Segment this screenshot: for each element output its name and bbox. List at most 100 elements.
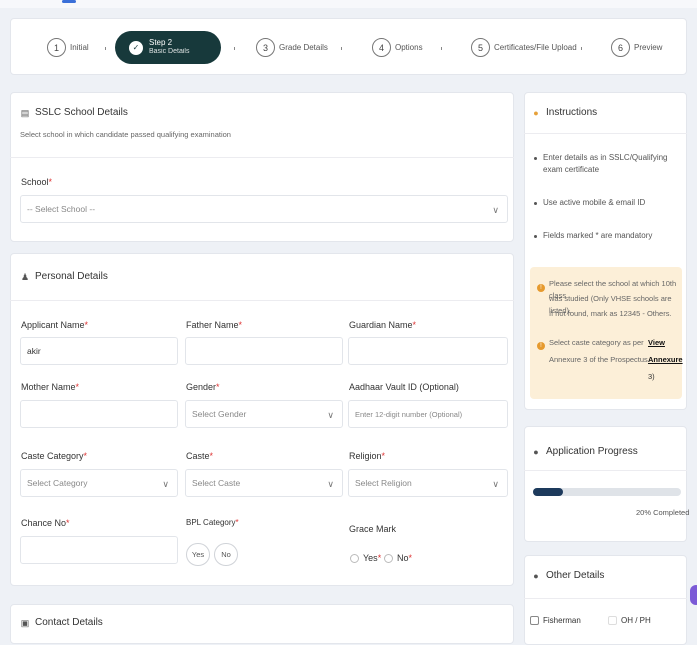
- chevron-down-icon: ∨: [492, 205, 499, 215]
- step-initial[interactable]: 1 Initial: [47, 19, 89, 76]
- gender-select[interactable]: Select Gender ∨: [185, 400, 343, 428]
- radio-button[interactable]: [384, 553, 393, 563]
- instruction-item: Enter details as in SSLC/Qualifying exam…: [534, 152, 683, 177]
- aadhaar-input[interactable]: Enter 12-digit number (Optional): [348, 400, 508, 428]
- step-certificates[interactable]: 5 Certificates/File Upload: [471, 19, 577, 76]
- top-accent: [62, 0, 76, 3]
- applicant-name-input[interactable]: akir: [20, 337, 178, 365]
- checkbox[interactable]: [608, 616, 617, 625]
- instructions-title: ● Instructions: [531, 107, 597, 118]
- checkbox[interactable]: [530, 616, 539, 625]
- step-subtitle: Basic Details: [149, 48, 190, 56]
- step-basic-details[interactable]: ✓ Step 2 Basic Details: [115, 31, 221, 64]
- bpl-no-button[interactable]: No: [214, 543, 238, 566]
- progress-bar: [533, 488, 681, 496]
- divider: [524, 470, 687, 471]
- divider: [524, 598, 687, 599]
- grace-mark-yes[interactable]: Yes *: [350, 553, 381, 563]
- step-number: 5: [471, 38, 490, 57]
- step-separator: [341, 47, 342, 50]
- note-line: Select caste category as per: [549, 338, 644, 347]
- personal-section-title: ♟ Personal Details: [20, 271, 108, 282]
- step-number: 4: [372, 38, 391, 57]
- caste-select[interactable]: Select Caste ∨: [185, 469, 343, 497]
- stepper: 1 Initial ✓ Step 2 Basic Details 3 Grade…: [10, 18, 687, 75]
- personal-title-text: Personal Details: [35, 271, 108, 282]
- note-line: 3): [648, 372, 655, 381]
- gender-label: Gender*: [186, 382, 220, 392]
- contact-title-text: Contact Details: [35, 617, 103, 628]
- phone-icon: ▣: [20, 617, 30, 628]
- scroll-handle[interactable]: [690, 585, 697, 605]
- instructions-title-text: Instructions: [546, 107, 598, 118]
- school-select[interactable]: -- Select School -- ∨: [20, 195, 508, 223]
- guardian-name-input[interactable]: [348, 337, 508, 365]
- step-separator: [581, 47, 582, 50]
- father-name-input[interactable]: [185, 337, 343, 365]
- applicant-name-label: Applicant Name*: [21, 320, 89, 330]
- chance-no-input[interactable]: [20, 536, 178, 564]
- settings-icon: ●: [533, 570, 539, 581]
- person-icon: ♟: [20, 271, 30, 282]
- step-preview[interactable]: 6 Preview: [611, 19, 662, 76]
- step-number: 3: [256, 38, 275, 57]
- divider: [10, 157, 514, 158]
- guardian-name-label: Guardian Name*: [349, 320, 417, 330]
- caste-label: Caste*: [186, 451, 214, 461]
- mother-name-label: Mother Name*: [21, 382, 80, 392]
- caste-category-label: Caste Category*: [21, 451, 88, 461]
- note-line: If not found, mark as 12345 - Others.: [549, 309, 672, 318]
- view-annexure-link[interactable]: Annexure: [648, 354, 683, 366]
- other-details-title-text: Other Details: [546, 570, 605, 581]
- step-grade-details[interactable]: 3 Grade Details: [256, 19, 328, 76]
- info-icon: !: [537, 342, 545, 350]
- chevron-down-icon: ∨: [492, 479, 499, 489]
- progress-card: [524, 426, 687, 542]
- note-box: ! Please select the school at which 10th…: [530, 267, 683, 399]
- step-label: Initial: [70, 43, 89, 52]
- step-label: Grade Details: [279, 43, 328, 52]
- other-details-title: ● Other Details: [531, 570, 604, 581]
- instruction-item: Fields marked * are mandatory: [534, 230, 683, 242]
- grace-mark-no[interactable]: No *: [384, 553, 412, 563]
- oh-ph-checkbox[interactable]: OH / PH: [608, 616, 651, 625]
- step-number: 6: [611, 38, 630, 57]
- step-title: Step 2: [149, 38, 173, 48]
- info-icon: !: [537, 284, 545, 292]
- father-name-label: Father Name*: [186, 320, 243, 330]
- school-placeholder: -- Select School --: [27, 204, 96, 214]
- step-label: Preview: [634, 43, 663, 52]
- divider: [524, 133, 687, 134]
- school-title-text: SSLC School Details: [35, 107, 128, 118]
- step-label: Certificates/File Upload: [494, 43, 577, 52]
- view-annexure-link[interactable]: View: [648, 337, 665, 349]
- progress-icon: ●: [533, 446, 539, 457]
- check-icon: ✓: [129, 40, 143, 55]
- mother-name-input[interactable]: [20, 400, 178, 428]
- step-options[interactable]: 4 Options: [372, 19, 423, 76]
- contact-section-title: ▣ Contact Details: [20, 617, 103, 628]
- grace-mark-label: Grace Mark: [349, 524, 397, 534]
- step-separator: [441, 47, 442, 50]
- bpl-yes-button[interactable]: Yes: [186, 543, 210, 566]
- bpl-label: BPL Category*: [186, 518, 239, 527]
- school-label: School*: [21, 177, 53, 187]
- step-label: Options: [395, 43, 423, 52]
- chevron-down-icon: ∨: [162, 479, 169, 489]
- top-strip: [0, 0, 697, 8]
- chevron-down-icon: ∨: [327, 410, 334, 420]
- religion-placeholder: Select Religion: [355, 478, 412, 488]
- school-section-title: ▤ SSLC School Details: [20, 107, 128, 118]
- instruction-item: Use active mobile & email ID: [534, 197, 683, 209]
- fisherman-checkbox[interactable]: Fisherman: [530, 616, 581, 625]
- gender-placeholder: Select Gender: [192, 409, 247, 419]
- radio-button[interactable]: [350, 553, 359, 563]
- progress-label: 20% Completed: [636, 508, 690, 517]
- caste-placeholder: Select Caste: [192, 478, 241, 488]
- religion-select[interactable]: Select Religion ∨: [348, 469, 508, 497]
- religion-label: Religion*: [349, 451, 386, 461]
- chance-no-label: Chance No*: [21, 518, 70, 528]
- note-line: Annexure 3 of the Prospectus.: [549, 355, 650, 364]
- caste-category-select[interactable]: Select Category ∨: [20, 469, 178, 497]
- progress-title: ● Application Progress: [531, 446, 637, 457]
